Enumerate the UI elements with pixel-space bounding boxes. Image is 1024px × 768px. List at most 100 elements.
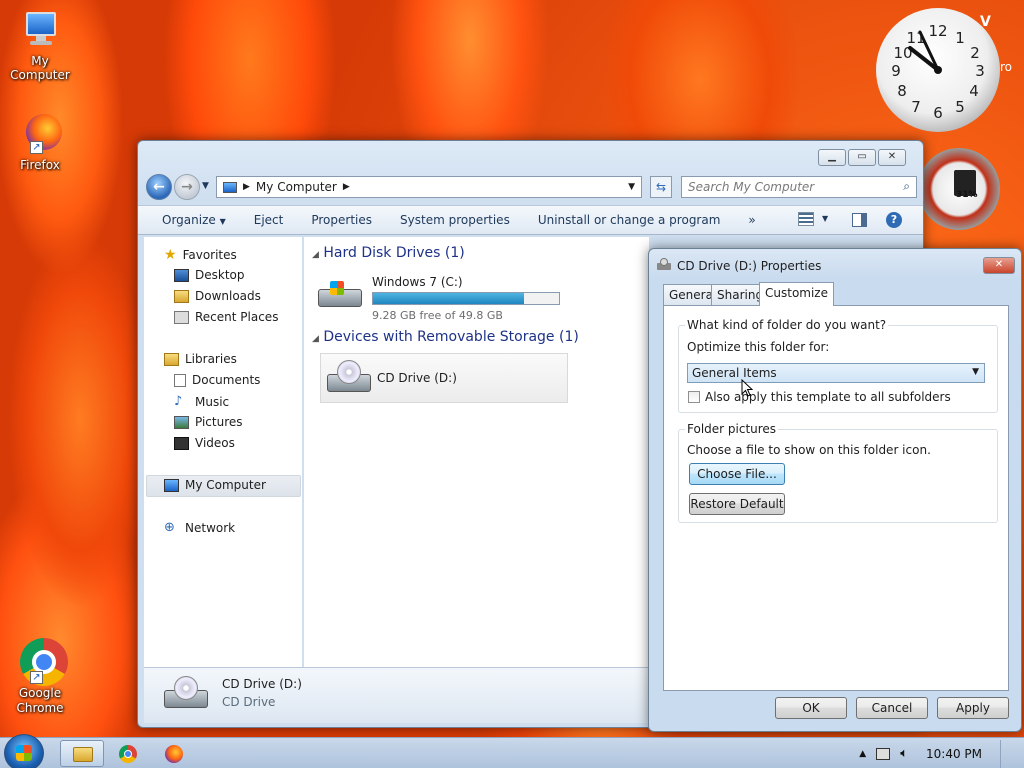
command-bar: Organize ▼ Eject Properties System prope… — [138, 205, 923, 235]
uninstall-program-button[interactable]: Uninstall or change a program — [538, 213, 721, 227]
svg-text:12: 12 — [928, 22, 947, 40]
documents-icon — [174, 373, 186, 387]
preview-pane-icon[interactable] — [852, 213, 867, 227]
apply-button[interactable]: Apply — [937, 697, 1009, 719]
nav-desktop[interactable]: Desktop — [174, 268, 245, 282]
search-icon[interactable]: ⌕ — [903, 179, 910, 194]
drive-c-usage-bar — [372, 292, 560, 305]
svg-text:6: 6 — [933, 104, 943, 122]
desktop-icon-firefox[interactable]: ↗ Firefox — [0, 112, 80, 172]
desktop-icon-label: Google Chrome — [16, 686, 64, 715]
back-button[interactable]: ← — [146, 174, 172, 200]
nav-network[interactable]: ⊕ Network — [164, 520, 235, 535]
clock-time[interactable]: 10:40 PM — [926, 747, 982, 761]
choose-file-button[interactable]: Choose File... — [689, 463, 785, 485]
nav-videos[interactable]: Videos — [174, 436, 235, 450]
eject-button[interactable]: Eject — [254, 213, 284, 227]
nav-my-computer[interactable]: My Computer — [164, 478, 266, 492]
partial-gadget-text: ro — [1000, 60, 1013, 74]
gauge-percent: 31% — [956, 190, 978, 200]
music-note-icon: ♪ — [174, 394, 183, 409]
star-icon: ★ — [164, 247, 177, 263]
choose-file-description: Choose a file to show on this folder ico… — [687, 443, 931, 457]
network-icon: ⊕ — [164, 520, 175, 535]
taskbar-firefox-button[interactable] — [152, 740, 196, 767]
taskbar-explorer-button[interactable] — [60, 740, 104, 767]
drive-c-name: Windows 7 (C:) — [372, 275, 463, 289]
maximize-button[interactable]: ▭ — [848, 149, 876, 166]
computer-small-icon — [223, 181, 237, 193]
windows-logo-icon — [16, 745, 32, 761]
computer-icon — [18, 8, 62, 52]
refresh-button[interactable]: ⇆ — [650, 176, 672, 198]
nav-documents[interactable]: Documents — [174, 373, 260, 387]
start-button[interactable] — [4, 734, 44, 768]
help-icon[interactable]: ? — [886, 212, 902, 228]
group-hard-disk-drives[interactable]: ◢ Hard Disk Drives (1) — [312, 245, 465, 261]
folder-icon — [73, 747, 93, 762]
address-dropdown-icon[interactable]: ▼ — [628, 182, 635, 192]
svg-text:9: 9 — [891, 62, 901, 80]
drive-c-item[interactable]: Windows 7 (C:) 9.28 GB free of 49.8 GB — [316, 269, 566, 322]
optimize-label: Optimize this folder for: — [687, 340, 830, 354]
svg-text:8: 8 — [897, 82, 907, 100]
nav-recent-places[interactable]: Recent Places — [174, 310, 278, 324]
optimize-selected-value: General Items — [692, 366, 777, 380]
cd-drive-small-icon — [657, 258, 671, 270]
more-commands-button[interactable]: » — [748, 213, 755, 227]
window-controls: ▁ ▭ ✕ — [818, 149, 906, 166]
folder-type-group: What kind of folder do you want? Optimiz… — [678, 318, 998, 413]
network-tray-icon[interactable] — [876, 747, 891, 760]
show-desktop-button[interactable] — [1000, 739, 1012, 768]
breadcrumb-chevron-icon[interactable]: ▶ — [343, 182, 350, 192]
ok-button[interactable]: OK — [775, 697, 847, 719]
nav-pictures[interactable]: Pictures — [174, 415, 243, 429]
drive-d-name: CD Drive (D:) — [377, 371, 457, 385]
shortcut-arrow-icon: ↗ — [30, 141, 43, 154]
details-pane: CD Drive (D:) CD Drive — [144, 667, 649, 723]
address-bar[interactable]: ▶ My Computer ▶ ▼ — [216, 176, 642, 198]
collapse-triangle-icon: ◢ — [312, 250, 319, 260]
optimize-folder-select[interactable]: General Items ▼ — [687, 363, 985, 383]
system-properties-button[interactable]: System properties — [400, 213, 510, 227]
cancel-button[interactable]: Cancel — [856, 697, 928, 719]
downloads-folder-icon — [174, 289, 189, 303]
nav-favorites[interactable]: ★ Favorites — [164, 247, 237, 263]
tab-customize[interactable]: Customize — [759, 282, 834, 306]
pictures-icon — [174, 415, 189, 429]
dialog-close-button[interactable]: ✕ — [983, 257, 1015, 274]
group-removable-storage[interactable]: ◢ Devices with Removable Storage (1) — [312, 329, 579, 345]
firefox-icon: ↗ — [18, 112, 62, 156]
volume-icon[interactable]: 🔈︎ — [900, 746, 908, 761]
show-hidden-icons-icon[interactable]: ▲ — [859, 749, 866, 759]
properties-dialog[interactable]: CD Drive (D:) Properties ✕ General Shari… — [648, 248, 1022, 732]
close-button[interactable]: ✕ — [878, 149, 906, 166]
nav-music[interactable]: ♪ Music — [174, 394, 229, 409]
desktop-icon-my-computer[interactable]: My Computer — [0, 8, 80, 82]
computer-icon — [164, 478, 179, 492]
restore-default-button[interactable]: Restore Default — [689, 493, 785, 515]
drive-d-item[interactable]: CD Drive (D:) — [320, 353, 568, 403]
svg-text:3: 3 — [975, 62, 985, 80]
desktop-icon-label: Firefox — [20, 158, 60, 172]
minimize-button[interactable]: ▁ — [818, 149, 846, 166]
properties-button[interactable]: Properties — [311, 213, 372, 227]
desktop-icon-chrome[interactable]: ↗ Google Chrome — [0, 638, 80, 716]
breadcrumb-my-computer[interactable]: My Computer — [256, 180, 337, 194]
search-placeholder: Search My Computer — [688, 180, 815, 194]
svg-text:7: 7 — [911, 98, 921, 116]
search-input[interactable]: Search My Computer ⌕ — [681, 176, 917, 198]
subfolders-checkbox[interactable] — [688, 391, 700, 403]
nav-downloads[interactable]: Downloads — [174, 289, 261, 303]
recent-pages-dropdown-icon[interactable]: ▼ — [202, 181, 209, 191]
file-list-pane: ◢ Hard Disk Drives (1) Windows 7 (C:) 9.… — [304, 237, 649, 667]
taskbar-chrome-button[interactable] — [106, 740, 150, 767]
change-view-icon[interactable] — [798, 212, 814, 226]
drive-c-free-space: 9.28 GB free of 49.8 GB — [372, 309, 503, 322]
organize-button[interactable]: Organize ▼ — [162, 213, 226, 227]
view-dropdown-icon[interactable]: ▼ — [822, 214, 828, 223]
cpu-meter-gadget[interactable]: 31% — [918, 148, 1000, 230]
nav-libraries[interactable]: Libraries — [164, 352, 237, 366]
forward-button[interactable]: → — [174, 174, 200, 200]
chrome-icon: ↗ — [18, 638, 68, 686]
